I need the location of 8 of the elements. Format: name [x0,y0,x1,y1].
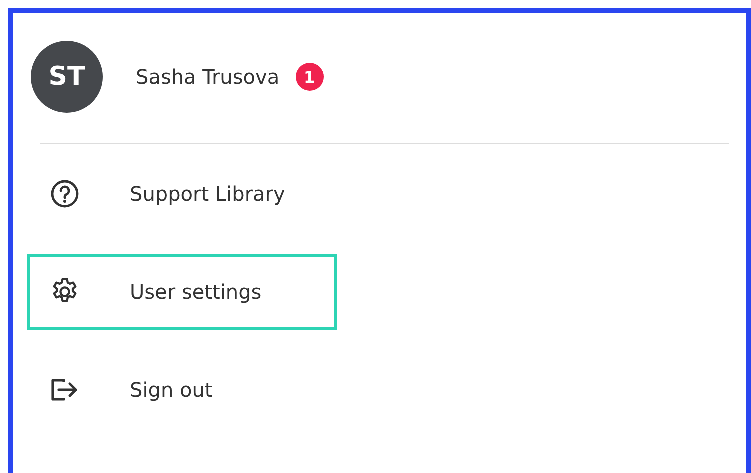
help-icon [50,179,80,209]
user-avatar: ST [31,41,103,113]
sign-out-icon [50,378,80,402]
menu-item[interactable]: Sign out [27,352,337,428]
user-name: Sasha Trusova [136,65,280,89]
menu-item[interactable]: User settings [27,254,337,330]
menu-item[interactable]: Support Library [27,156,337,232]
notification-badge: 1 [296,63,324,91]
